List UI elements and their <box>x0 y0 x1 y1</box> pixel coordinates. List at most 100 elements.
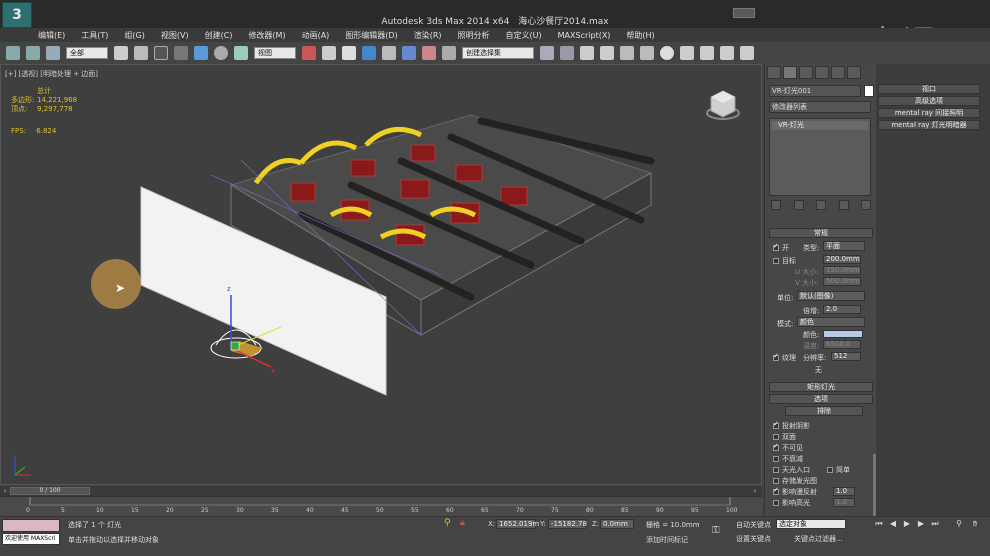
goto-end-icon[interactable]: ⏭ <box>930 519 940 529</box>
reference-coord-dropdown[interactable]: 视图 <box>254 47 296 59</box>
exclude-button[interactable]: 排除 <box>785 406 863 416</box>
object-name-field[interactable]: VR-灯光001 <box>769 85 861 97</box>
rendered-frame-window-icon[interactable] <box>700 46 714 60</box>
modify-tab-icon[interactable] <box>783 66 797 79</box>
vp-panel-mr-light-shader[interactable]: mental ray 灯光明暗器 <box>878 120 980 130</box>
display-tab-icon[interactable] <box>831 66 845 79</box>
pan-icon[interactable]: ✋︎ <box>970 519 980 529</box>
edit-named-selection-icon[interactable] <box>442 46 456 60</box>
play-icon[interactable]: ▶ <box>902 519 912 529</box>
object-color-swatch[interactable] <box>864 85 874 97</box>
motion-tab-icon[interactable] <box>815 66 829 79</box>
set-key-button[interactable]: 设置关键点 <box>736 534 771 544</box>
multiplier-spinner[interactable]: 2.0 <box>823 305 861 314</box>
option-affect-specular[interactable]: 影响高光 <box>773 498 810 508</box>
option-no-decay[interactable]: 不衰减 <box>773 454 803 464</box>
time-slider[interactable]: ‹ 0 / 100 › <box>0 486 762 496</box>
percent-snap-icon[interactable] <box>402 46 416 60</box>
menu-tools[interactable]: 工具(T) <box>77 30 120 41</box>
target-distance-spinner[interactable]: 200.0mm <box>823 255 861 264</box>
perspective-viewport[interactable]: z x [+] [透视] [明暗处理 + 边面] 总计 多边形: 14,221,9… <box>0 64 762 485</box>
minimize-button[interactable] <box>733 8 755 18</box>
menu-create[interactable]: 创建(C) <box>201 30 245 41</box>
usize-spinner[interactable]: 150.0mm <box>823 266 861 275</box>
isolate-selection-icon[interactable]: ⚲ <box>444 518 451 528</box>
key-filters-button[interactable]: 关键点过滤器... <box>794 534 843 544</box>
previous-frame-icon[interactable]: ◀ <box>888 519 898 529</box>
time-slider-thumb[interactable]: 0 / 100 <box>10 487 90 495</box>
menu-group[interactable]: 组(G) <box>120 30 156 41</box>
material-editor-icon[interactable] <box>660 46 674 60</box>
menu-animation[interactable]: 动画(A) <box>298 30 342 41</box>
units-dropdown[interactable]: 默认(图像) <box>797 291 865 301</box>
named-selection-dropdown[interactable]: 创建选择集 <box>462 47 534 59</box>
vp-panel-advanced-options[interactable]: 高级选项 <box>878 96 980 106</box>
menu-views[interactable]: 视图(V) <box>157 30 201 41</box>
menu-lighting-analysis[interactable]: 照明分析 <box>454 30 502 41</box>
rect-selection-icon[interactable] <box>154 46 168 60</box>
undo-icon[interactable] <box>6 46 20 60</box>
menu-help[interactable]: 帮助(H) <box>622 30 666 41</box>
option-invisible[interactable]: 不可见 <box>773 442 803 453</box>
graphite-ribbon-icon[interactable] <box>600 46 614 60</box>
key-mode-dropdown[interactable]: 选定对象 <box>776 519 846 529</box>
x-coord-field[interactable]: 1652.019m <box>496 519 539 529</box>
pivot-center-icon[interactable] <box>302 46 316 60</box>
snaps-toggle-icon[interactable] <box>362 46 376 60</box>
zoom-icon[interactable]: ⚲ <box>954 519 964 529</box>
specular-spinner[interactable]: 1.0 <box>833 498 855 507</box>
vsize-spinner[interactable]: 500.0mm <box>823 277 861 286</box>
next-frame-icon[interactable]: ▶ <box>916 519 926 529</box>
select-object-icon[interactable] <box>114 46 128 60</box>
resolution-spinner[interactable]: 512 <box>831 352 861 361</box>
y-coord-field[interactable]: -15182.78 <box>548 519 587 529</box>
rotate-icon[interactable] <box>214 46 228 60</box>
goto-start-icon[interactable]: ⏮ <box>874 519 884 529</box>
make-unique-icon[interactable] <box>816 200 826 210</box>
menu-graph-editors[interactable]: 图形编辑器(D) <box>341 30 409 41</box>
option-skylight-portal[interactable]: 天光入口 <box>773 465 810 475</box>
modifier-list-dropdown[interactable]: 修改器列表 <box>769 101 871 113</box>
utilities-tab-icon[interactable] <box>847 66 861 79</box>
show-end-result-icon[interactable] <box>793 200 804 210</box>
mode-dropdown[interactable]: 颜色 <box>797 317 865 327</box>
options-rollout-header[interactable]: 选项 <box>769 394 873 404</box>
diffuse-spinner[interactable]: 1.0 <box>833 487 855 496</box>
texture-none-button[interactable]: 无 <box>815 365 822 375</box>
time-slider-prev-icon[interactable]: ‹ <box>0 486 10 496</box>
option-store-irradiance[interactable]: 存储发光图 <box>773 476 817 486</box>
align-icon[interactable] <box>560 46 574 60</box>
select-manipulate-icon[interactable] <box>322 46 336 60</box>
menu-customize[interactable]: 自定义(U) <box>502 30 554 41</box>
pin-stack-icon[interactable] <box>771 200 781 210</box>
mirror-icon[interactable] <box>540 46 554 60</box>
remove-modifier-icon[interactable] <box>838 200 849 210</box>
option-simple[interactable]: 简单 <box>827 465 850 475</box>
render-teapot-icon[interactable] <box>740 46 754 60</box>
light-color-swatch[interactable] <box>823 330 863 338</box>
schematic-view-icon[interactable] <box>640 46 654 60</box>
selection-filter-dropdown[interactable]: 全部 <box>66 47 108 59</box>
option-cast-shadows[interactable]: 投射阴影 <box>773 420 810 431</box>
move-icon[interactable] <box>194 46 208 60</box>
target-checkbox[interactable]: 目标 <box>773 256 796 266</box>
selection-lock-icon[interactable]: 🔒︎ <box>460 518 465 528</box>
create-tab-icon[interactable] <box>767 66 781 79</box>
texture-checkbox[interactable]: 纹理 <box>773 352 796 363</box>
track-bar[interactable]: 0 5 10 15 20 25 30 35 40 45 50 55 60 65 70 75 80 85 90 95 10… <box>0 496 762 516</box>
curve-editor-icon[interactable] <box>620 46 634 60</box>
stack-item-vray-light[interactable]: VR-灯光 <box>772 121 868 130</box>
layer-manager-icon[interactable] <box>580 46 594 60</box>
z-coord-field[interactable]: 0.0mm <box>600 519 634 529</box>
spinner-snap-icon[interactable] <box>422 46 436 60</box>
maxscript-listener[interactable] <box>2 519 60 532</box>
select-by-name-icon[interactable] <box>134 46 148 60</box>
option-double-sided[interactable]: 双面 <box>773 432 796 442</box>
redo-icon[interactable] <box>26 46 40 60</box>
rect-light-rollout-header[interactable]: 矩形灯光 <box>769 382 873 392</box>
link-icon[interactable] <box>46 46 60 60</box>
add-time-tag[interactable]: 添加时间标记 <box>646 535 688 545</box>
menu-modifiers[interactable]: 修改器(M) <box>244 30 297 41</box>
configure-sets-icon[interactable] <box>861 200 871 210</box>
time-slider-next-icon[interactable]: › <box>750 486 760 496</box>
